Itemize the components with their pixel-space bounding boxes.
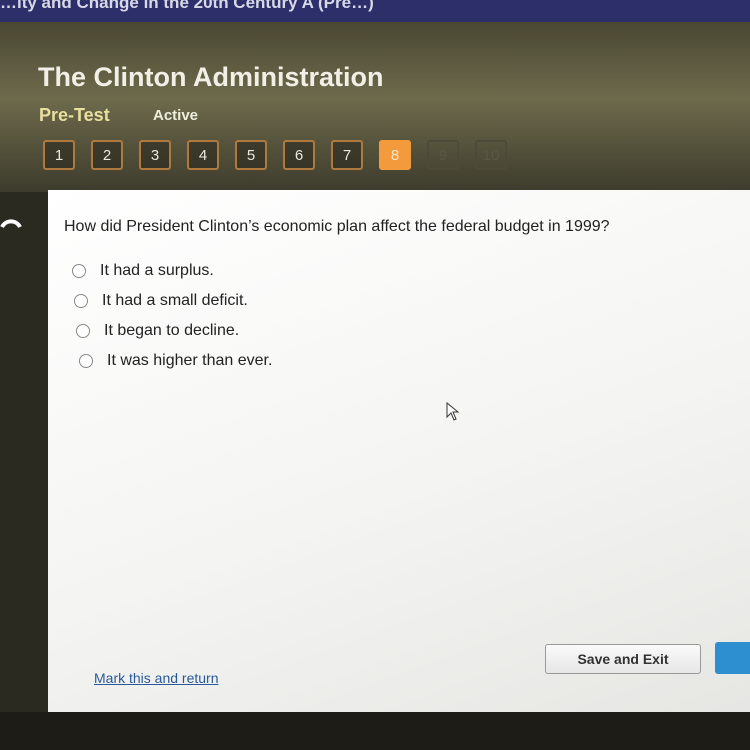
mouse-cursor-icon — [446, 402, 460, 421]
radio-button[interactable] — [76, 324, 90, 338]
question-text: How did President Clinton’s economic pla… — [64, 218, 610, 235]
question-panel: How did President Clinton’s economic pla… — [48, 190, 750, 712]
radio-button[interactable] — [72, 264, 86, 278]
question-button-10[interactable]: 10 — [475, 140, 507, 170]
question-button-1[interactable]: 1 — [43, 140, 75, 170]
submit-button[interactable] — [715, 642, 750, 674]
option-label: It was higher than ever. — [107, 352, 273, 369]
question-navigator: 1 2 3 4 5 6 7 8 9 10 — [43, 140, 507, 170]
answer-option-1[interactable]: It had a surplus. — [72, 262, 214, 280]
status-label: Active — [153, 107, 199, 124]
question-button-3[interactable]: 3 — [139, 140, 171, 170]
answer-option-4[interactable]: It was higher than ever. — [79, 352, 272, 370]
page-title: The Clinton Administration — [38, 62, 384, 92]
headphones-icon[interactable] — [0, 205, 22, 235]
answer-option-3[interactable]: It began to decline. — [76, 322, 239, 340]
option-label: It had a surplus. — [100, 262, 214, 279]
option-label: It began to decline. — [104, 322, 240, 339]
question-button-8[interactable]: 8 — [379, 140, 411, 170]
question-button-6[interactable]: 6 — [283, 140, 315, 170]
question-button-5[interactable]: 5 — [235, 140, 267, 170]
course-title-bar: …ity and Change in the 20th Century A (P… — [0, 0, 750, 22]
radio-button[interactable] — [79, 354, 93, 368]
answer-option-2[interactable]: It had a small deficit. — [74, 292, 248, 310]
question-button-2[interactable]: 2 — [91, 140, 123, 170]
question-button-7[interactable]: 7 — [331, 140, 363, 170]
screen-bezel — [0, 712, 750, 750]
option-label: It had a small deficit. — [102, 292, 248, 309]
course-title: …ity and Change in the 20th Century A (P… — [0, 0, 374, 12]
activity-type: Pre-Test — [39, 105, 110, 125]
radio-button[interactable] — [74, 294, 88, 308]
question-button-4[interactable]: 4 — [187, 140, 219, 170]
save-and-exit-button[interactable]: Save and Exit — [545, 644, 701, 674]
mark-and-return-link[interactable]: Mark this and return — [94, 670, 219, 686]
question-button-9[interactable]: 9 — [427, 140, 459, 170]
